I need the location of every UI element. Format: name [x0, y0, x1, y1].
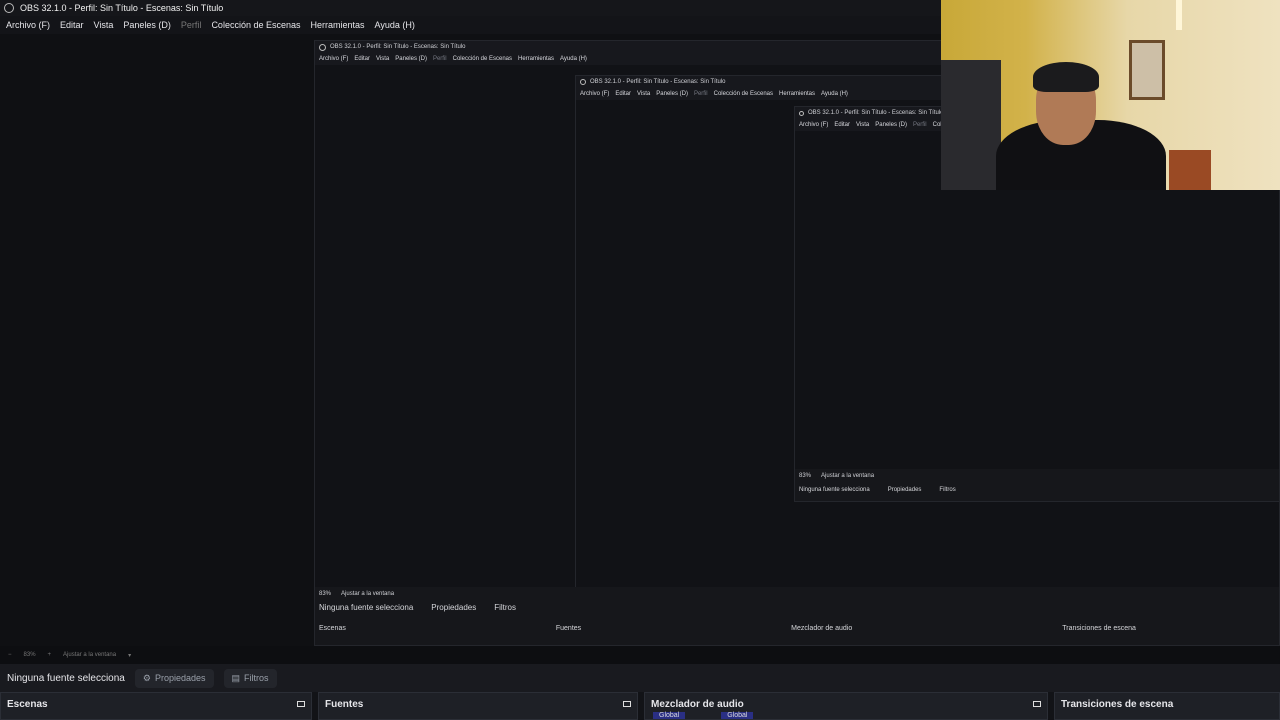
window-title: OBS 32.1.0 - Perfil: Sin Título - Escena… [20, 3, 224, 13]
obs-app-icon [799, 110, 804, 116]
menu-editar[interactable]: Editar [60, 20, 84, 30]
menu-bar: Archivo (F) Editar Vista Paneles (D) Per… [0, 16, 946, 34]
obs-app-icon [580, 79, 586, 85]
mixer-tags: Global Global [653, 712, 754, 719]
obs-app-icon [319, 43, 326, 51]
filter-icon: ▤ [231, 672, 241, 683]
sources-dock[interactable]: Fuentes [318, 692, 638, 720]
properties-button[interactable]: ⚙ Propiedades [134, 668, 214, 688]
dresser [1169, 150, 1211, 190]
mixer-tag: Global [721, 712, 754, 719]
zoom-in-button[interactable]: + [48, 652, 52, 658]
menu-coleccion-escenas[interactable]: Colección de Escenas [211, 20, 300, 30]
title-bar: OBS 32.1.0 - Perfil: Sin Título - Escena… [0, 0, 944, 16]
menu-archivo[interactable]: Archivo (F) [6, 20, 50, 30]
scene-transitions-dock[interactable]: Transiciones de escena [1054, 692, 1280, 720]
sources-title: Fuentes [325, 698, 364, 710]
wall-frame [1129, 40, 1165, 100]
gear-icon: ⚙ [142, 672, 151, 683]
lamp [1176, 0, 1182, 30]
chevron-down-icon[interactable]: ▾ [128, 652, 131, 659]
zoom-out-button[interactable]: − [8, 652, 12, 658]
scenes-dock[interactable]: Escenas [0, 692, 312, 720]
mixer-tag: Global [653, 712, 686, 719]
fit-to-window-button[interactable]: Ajustar a la ventana [63, 652, 116, 658]
shelf [941, 60, 1001, 190]
person-hair [1033, 62, 1099, 92]
obs-main-window: OBS 32.1.0 - Perfil: Sin Título - Escena… [0, 0, 1280, 720]
no-source-label: Ninguna fuente selecciona [7, 672, 125, 684]
undock-icon[interactable] [1033, 701, 1041, 707]
scenes-title: Escenas [7, 698, 48, 710]
menu-herramientas[interactable]: Herramientas [311, 20, 365, 30]
menu-ayuda[interactable]: Ayuda (H) [375, 20, 415, 30]
filters-button[interactable]: ▤ Filtros [223, 668, 277, 688]
audio-mixer-dock[interactable]: Mezclador de audio Global Global [644, 692, 1048, 720]
bottom-docks: Escenas Fuentes Mezclador de audio Globa… [0, 692, 1280, 720]
undock-icon[interactable] [297, 701, 305, 707]
menu-vista[interactable]: Vista [94, 20, 114, 30]
menu-perfil[interactable]: Perfil [181, 20, 202, 30]
mixer-title: Mezclador de audio [651, 698, 744, 710]
source-selection-bar: Ninguna fuente selecciona ⚙ Propiedades … [0, 664, 1280, 692]
undock-icon[interactable] [623, 701, 631, 707]
nested-footer-1: 83% Ajustar a la ventana Ninguna fuente … [315, 587, 1279, 645]
zoom-level: 83% [23, 652, 36, 658]
nested-footer-3: 83% Ajustar a la ventana Ninguna fuente … [795, 469, 1279, 501]
obs-app-icon [4, 3, 14, 13]
menu-paneles[interactable]: Paneles (D) [123, 20, 171, 30]
transitions-title: Transiciones de escena [1061, 698, 1174, 710]
preview-toolbar: − 83% + Ajustar a la ventana ▾ [0, 646, 1280, 664]
webcam-feed [941, 0, 1280, 190]
